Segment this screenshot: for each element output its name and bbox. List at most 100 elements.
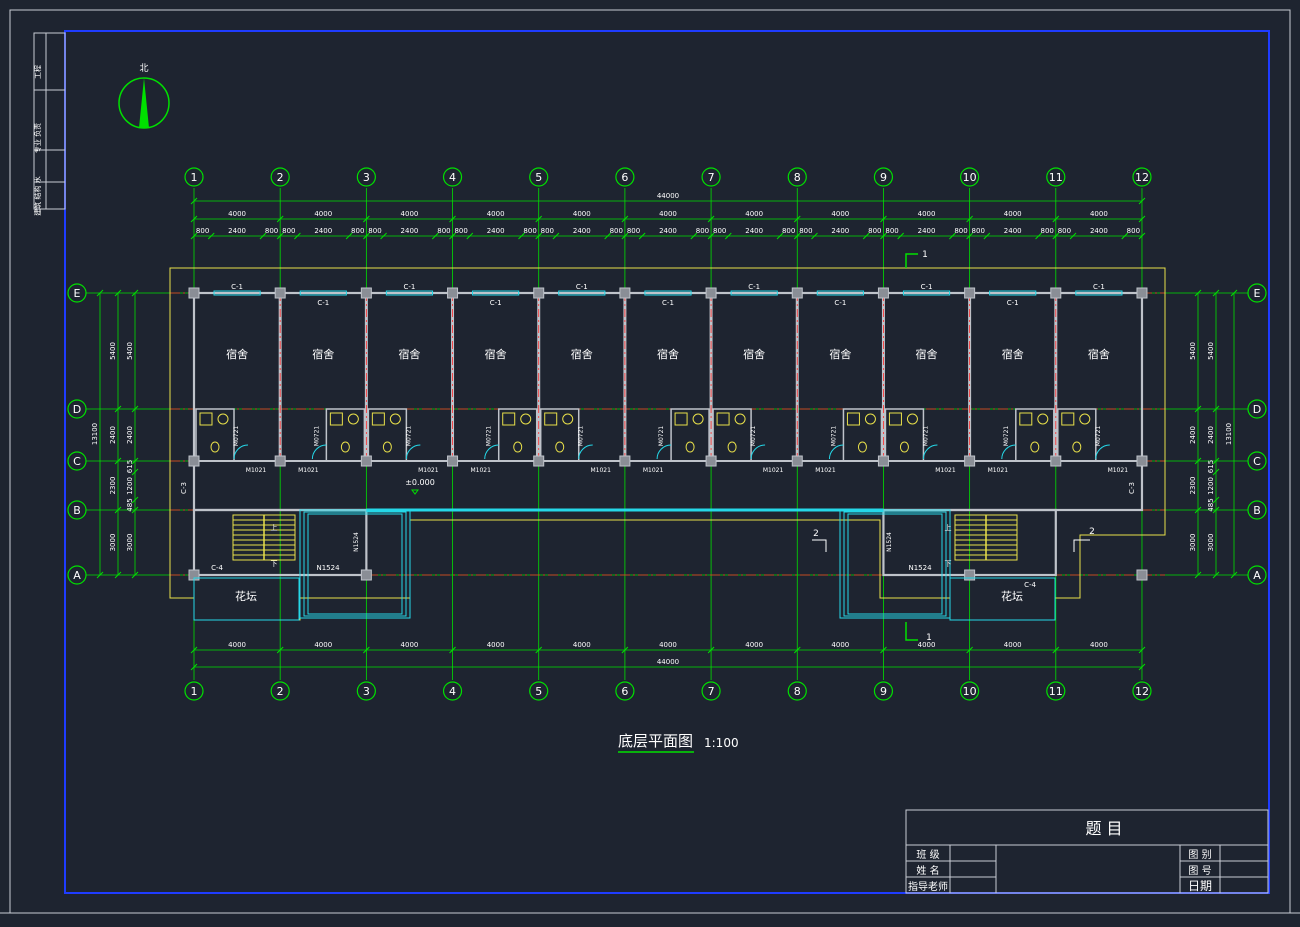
dim-bay-top-text: 4000 — [745, 210, 763, 218]
column — [274, 455, 286, 467]
dim-bay-bottom-text: 4000 — [659, 641, 677, 649]
axis-label-11: 11 — [1049, 171, 1063, 184]
tag-door-m1021: M1021 — [418, 467, 439, 474]
tag-door-m0721: M0721 — [830, 426, 837, 447]
tag-door-m0721: M0721 — [313, 426, 320, 447]
title-block-category: 图 别 — [1188, 849, 1211, 861]
room-label-planter-west: 花坛 — [235, 590, 257, 603]
tag-door-n1524-west: N1524 — [316, 564, 340, 572]
axis-label-2: 2 — [277, 685, 284, 698]
north-label: 北 — [139, 63, 148, 74]
axis-label-A: A — [1253, 569, 1261, 582]
side-strip-row-3: 建筑 结构 水 — [33, 176, 42, 215]
tag-window-c1: C-1 — [1007, 299, 1019, 307]
tag-window-c4-east: C-4 — [1024, 581, 1036, 589]
bathroom-wall — [842, 408, 883, 462]
stair-up-east: 上 — [945, 523, 952, 532]
axis-label-1: 1 — [191, 171, 198, 184]
dim-bay-bottom-text: 4000 — [228, 641, 246, 649]
dim-bay-bottom-text: 4000 — [831, 641, 849, 649]
axis-label-9: 9 — [880, 171, 887, 184]
dim-bay-bottom-text: 4000 — [314, 641, 332, 649]
dim-sub-top-text: 800 — [610, 227, 623, 235]
sink-fixture-icon — [389, 413, 401, 425]
toilet-fixture-icon — [382, 441, 392, 453]
toilet-fixture-icon — [1030, 441, 1040, 453]
sink-fixture-icon — [217, 413, 229, 425]
title-block-name: 姓 名 — [916, 864, 939, 877]
column — [964, 287, 976, 299]
dim-bay-top-text: 4000 — [831, 210, 849, 218]
title-block-drawing-no: 图 号 — [1188, 865, 1211, 877]
tag-door-m0721: M0721 — [1095, 426, 1102, 447]
bathroom-wall — [195, 408, 235, 462]
dim-sub-top-text: 800 — [282, 227, 295, 235]
toilet-fixture-icon — [340, 441, 350, 453]
bathroom-wall — [670, 408, 710, 462]
tag-door-m1021: M1021 — [590, 467, 611, 474]
sink-fixture-icon — [906, 413, 918, 425]
plan-labels: 宿舍 C-1 M0721 M1021 宿舍 C-1 M0721 M1021 宿舍 C-1 M0721… — [180, 250, 1136, 643]
dim-right-outer-text: 2300 — [1189, 477, 1197, 495]
axis-label-10: 10 — [963, 685, 977, 698]
tag-door-n1524-west-side: N1524 — [353, 532, 360, 552]
dim-bay-top-text: 4000 — [1004, 210, 1022, 218]
dim-left-inner-text: 5400 — [126, 342, 134, 360]
section-marker-2-right: 2 — [1089, 527, 1095, 537]
dim-sub-top-text: 800 — [541, 227, 554, 235]
dim-right-inner-text: 2400 — [1207, 426, 1215, 444]
dim-overall-top-text: 44000 — [657, 192, 679, 200]
column — [619, 287, 631, 299]
dim-left-total-text: 13100 — [91, 423, 99, 445]
room-label-dorm: 宿舍 — [743, 347, 765, 361]
tag-window-c1: C-1 — [231, 283, 243, 291]
dim-sub-top-text: 800 — [696, 227, 709, 235]
toilet-fixture-icon — [857, 441, 867, 453]
axis-label-12: 12 — [1135, 685, 1149, 698]
dim-sub-top-text: 800 — [713, 227, 726, 235]
column — [705, 287, 717, 299]
dim-sub-top-text: 2400 — [745, 227, 763, 235]
dim-sub-top-text: 2400 — [659, 227, 677, 235]
section-marker-1-top-icon — [905, 253, 918, 268]
tag-door-m1021: M1021 — [643, 467, 664, 474]
tag-door-m0721: M0721 — [233, 426, 240, 447]
column — [188, 455, 200, 467]
dim-sub-top-text: 800 — [454, 227, 467, 235]
shower-fixture-icon — [502, 412, 516, 426]
room-label-dorm: 宿舍 — [1088, 347, 1110, 361]
stair-down-west: 下 — [271, 560, 278, 568]
tag-window-c1: C-1 — [662, 299, 674, 307]
column — [619, 455, 631, 467]
section-marker-1-bottom: 1 — [926, 633, 932, 643]
dim-sub-top-text: 800 — [368, 227, 381, 235]
toilet-fixture-icon — [210, 441, 220, 453]
dim-sub-top-text: 2400 — [401, 227, 419, 235]
axis-label-5: 5 — [535, 685, 542, 698]
dim-bay-top-text: 4000 — [228, 210, 246, 218]
section-marker-2-left-icon — [812, 539, 827, 552]
toilet-fixture-icon — [685, 441, 695, 453]
sink-fixture-icon — [1079, 413, 1091, 425]
dim-sub-top-text: 800 — [1058, 227, 1071, 235]
column — [360, 287, 372, 299]
axis-label-6: 6 — [621, 685, 628, 698]
dim-sub-top-text: 800 — [954, 227, 967, 235]
room-label-dorm: 宿舍 — [398, 347, 420, 361]
dim-sub-top-text: 800 — [1040, 227, 1053, 235]
tag-door-m1021: M1021 — [1108, 467, 1129, 474]
tag-door-m0721: M0721 — [658, 426, 665, 447]
sink-fixture-icon — [520, 413, 532, 425]
drawing-scale: 1:100 — [704, 736, 739, 750]
column — [1050, 287, 1062, 299]
dim-bay-bottom-text: 4000 — [487, 641, 505, 649]
sink-fixture-icon — [692, 413, 704, 425]
axis-label-9: 9 — [880, 685, 887, 698]
dim-bay-top-text: 4000 — [487, 210, 505, 218]
axis-label-5: 5 — [535, 171, 542, 184]
cad-drawing-canvas: 工程 专业 负责 建筑 结构 水 北 112233445566778899101… — [0, 9, 1300, 914]
dim-bay-bottom-text: 4000 — [401, 641, 419, 649]
sink-fixture-icon — [562, 413, 574, 425]
tag-window-c1: C-1 — [1093, 283, 1105, 291]
room-label-dorm: 宿舍 — [226, 347, 248, 361]
